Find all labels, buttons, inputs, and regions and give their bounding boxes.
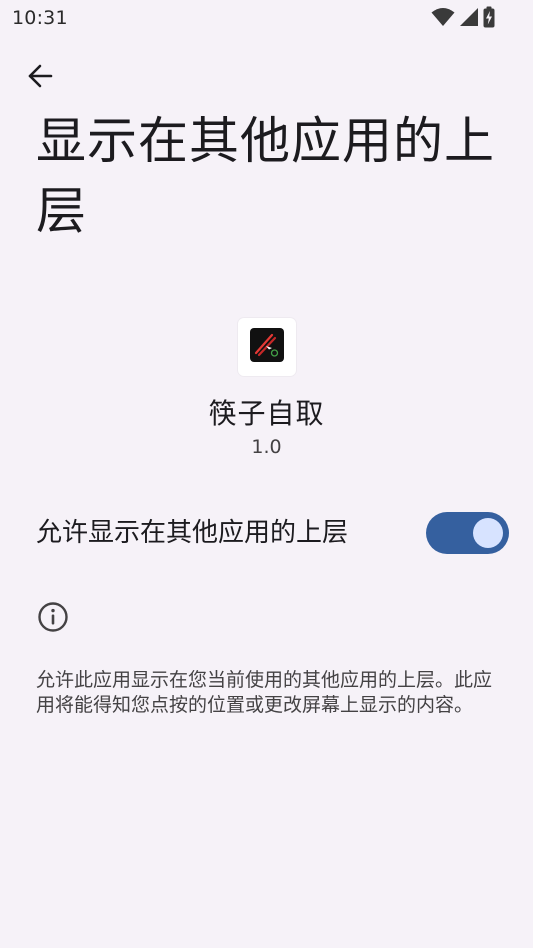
wifi-icon	[431, 7, 455, 27]
back-button[interactable]	[18, 56, 62, 100]
permission-toggle-label: 允许显示在其他应用的上层	[36, 518, 349, 548]
signal-icon	[459, 7, 479, 27]
page-title: 显示在其他应用的上层	[36, 112, 495, 240]
status-bar: 10:31	[0, 0, 533, 36]
app-icon-frame	[237, 318, 296, 376]
battery-charging-icon	[483, 6, 495, 28]
app-name: 筷子自取	[208, 397, 325, 430]
status-time: 10:31	[12, 7, 68, 29]
app-icon	[249, 328, 284, 366]
switch-thumb	[473, 518, 503, 548]
status-icons	[431, 6, 495, 28]
info-icon	[37, 601, 69, 633]
app-version: 1.0	[251, 436, 282, 458]
permission-switch[interactable]	[426, 512, 509, 554]
app-header: 筷子自取 1.0	[0, 318, 533, 460]
permission-toggle-row[interactable]: 允许显示在其他应用的上层	[0, 500, 533, 566]
permission-description: 允许此应用显示在您当前使用的其他应用的上层。此应用将能得知您点按的位置或更改屏幕…	[36, 669, 493, 716]
arrow-back-icon	[26, 62, 54, 94]
